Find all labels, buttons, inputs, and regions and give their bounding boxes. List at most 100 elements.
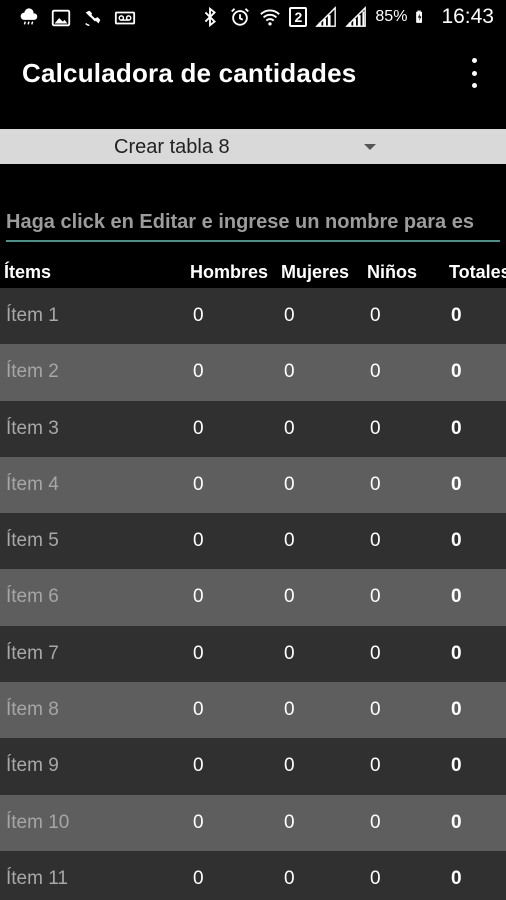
totales-cell: 0: [451, 811, 462, 833]
header-ninos: Niños: [367, 262, 418, 282]
mujeres-cell[interactable]: 0: [284, 305, 295, 327]
item-name-cell: Ítem 5: [6, 530, 59, 552]
hombres-cell[interactable]: 0: [193, 361, 204, 383]
table-name-input[interactable]: [6, 204, 500, 242]
totales-cell: 0: [451, 755, 462, 777]
overflow-dot: [471, 83, 477, 88]
table-row[interactable]: Ítem 6 0 0 0 0: [0, 569, 506, 626]
totales-cell: 0: [451, 473, 462, 495]
status-bar-notifications: [18, 7, 136, 29]
table-row[interactable]: Ítem 10 0 0 0 0: [0, 794, 506, 851]
hombres-cell[interactable]: 0: [193, 530, 204, 552]
table-row[interactable]: Ítem 1 0 0 0 0: [0, 288, 506, 345]
table-name-field-wrapper: [6, 204, 500, 244]
dropdown-arrow-icon: [364, 144, 376, 150]
ninos-cell[interactable]: 0: [370, 361, 381, 383]
header-totales: Totales: [449, 262, 506, 282]
totales-cell: 0: [451, 867, 462, 889]
item-name-cell: Ítem 2: [6, 361, 59, 383]
mujeres-cell[interactable]: 0: [284, 699, 295, 721]
mujeres-cell[interactable]: 0: [284, 755, 295, 777]
more-vert-icon[interactable]: [462, 58, 486, 88]
totales-cell: 0: [451, 586, 462, 608]
status-bar: 2 85% 16:43: [0, 0, 506, 36]
header-items: Ítems: [4, 262, 52, 282]
totales-cell: 0: [451, 417, 462, 439]
item-name-cell: Ítem 4: [6, 473, 59, 495]
hombres-cell[interactable]: 0: [193, 305, 204, 327]
mujeres-cell[interactable]: 0: [284, 474, 295, 496]
battery-icon: [416, 10, 423, 23]
item-name-cell: Ítem 1: [6, 305, 59, 326]
totales-cell: 0: [451, 699, 462, 721]
item-name-cell: Ítem 3: [6, 417, 59, 439]
table-row[interactable]: Ítem 8 0 0 0 0: [0, 682, 506, 739]
totales-cell: 0: [451, 361, 462, 383]
mujeres-cell[interactable]: 0: [284, 812, 295, 834]
hombres-cell[interactable]: 0: [193, 418, 204, 440]
header-hombres: Hombres: [190, 262, 269, 282]
table-row[interactable]: Ítem 2 0 0 0 0: [0, 344, 506, 401]
mujeres-cell[interactable]: 0: [284, 643, 295, 665]
table-row[interactable]: Ítem 3 0 0 0 0: [0, 400, 506, 457]
mujeres-cell[interactable]: 0: [284, 361, 295, 383]
clock: 16:43: [441, 5, 494, 28]
mujeres-cell[interactable]: 0: [284, 868, 295, 890]
action-bar: Calculadora de cantidades: [0, 36, 506, 112]
ninos-cell[interactable]: 0: [370, 699, 381, 721]
status-bar-system: 2 85% 16:43: [199, 5, 494, 29]
wifi-icon: [260, 9, 281, 26]
ninos-cell[interactable]: 0: [370, 868, 381, 890]
table-row[interactable]: Ítem 5 0 0 0 0: [0, 513, 506, 570]
ninos-cell[interactable]: 0: [370, 474, 381, 496]
header-mujeres: Mujeres: [281, 262, 350, 282]
signal-icon: [315, 6, 337, 27]
ninos-cell[interactable]: 0: [370, 586, 381, 608]
battery-percent: 85%: [375, 8, 408, 25]
table-selector-dropdown[interactable]: Crear tabla 8: [0, 129, 506, 164]
table-body: Ítem 1 0 0 0 0 Ítem 2 0 0 0 0 Ítem 3 0 0 0 0 Ítem 40000…: [0, 288, 506, 900]
satellite-icon: [85, 10, 101, 27]
hombres-cell[interactable]: 0: [193, 643, 204, 665]
mujeres-cell[interactable]: 0: [284, 418, 295, 440]
hombres-cell[interactable]: 0: [193, 699, 204, 721]
table-header: Ítems Hombres Mujeres Niños Totales: [0, 256, 506, 290]
ninos-cell[interactable]: 0: [370, 305, 381, 327]
item-name-cell: Ítem 8: [6, 699, 59, 721]
sim-slot-badge: 2: [289, 7, 308, 27]
totales-cell: 0: [451, 530, 462, 552]
table-row[interactable]: Ítem 9 0 0 0 0: [0, 738, 506, 795]
item-name-cell: Ítem 10: [6, 811, 70, 833]
item-name-cell: Ítem 9: [6, 755, 59, 777]
app-screen: 2 85% 16:43 Calculadora de cantidades Cr…: [0, 0, 506, 900]
alarm-icon: [231, 8, 250, 26]
ninos-cell[interactable]: 0: [370, 530, 381, 552]
hombres-cell[interactable]: 0: [193, 868, 204, 890]
item-name-cell: Ítem 7: [6, 642, 59, 664]
ninos-cell[interactable]: 0: [370, 812, 381, 834]
dropdown-selected-value: Crear tabla 8: [114, 136, 230, 158]
bluetooth-icon: [205, 6, 217, 28]
weather-icon: [20, 8, 38, 25]
hombres-cell[interactable]: 0: [193, 755, 204, 777]
mujeres-cell[interactable]: 0: [284, 530, 295, 552]
app-title: Calculadora de cantidades: [22, 58, 357, 88]
table-row[interactable]: Ítem 11 0 0 0 0: [0, 850, 506, 900]
item-name-cell: Ítem 6: [6, 586, 59, 608]
image-icon: [51, 9, 71, 27]
totales-cell: 0: [451, 305, 462, 326]
item-name-cell: Ítem 11: [6, 867, 68, 889]
hombres-cell[interactable]: 0: [193, 812, 204, 834]
ninos-cell[interactable]: 0: [370, 755, 381, 777]
ninos-cell[interactable]: 0: [370, 418, 381, 440]
voicemail-icon: [114, 11, 136, 25]
overflow-dot: [471, 58, 477, 63]
hombres-cell[interactable]: 0: [193, 586, 204, 608]
hombres-cell[interactable]: 0: [193, 474, 204, 496]
ninos-cell[interactable]: 0: [370, 643, 381, 665]
table-row[interactable]: Ítem 4 0 0 0 0: [0, 456, 506, 514]
overflow-dot: [471, 70, 477, 76]
mujeres-cell[interactable]: 0: [284, 586, 295, 608]
table-row[interactable]: Ítem 7 0 0 0 0: [0, 625, 506, 683]
totales-cell: 0: [451, 642, 462, 664]
